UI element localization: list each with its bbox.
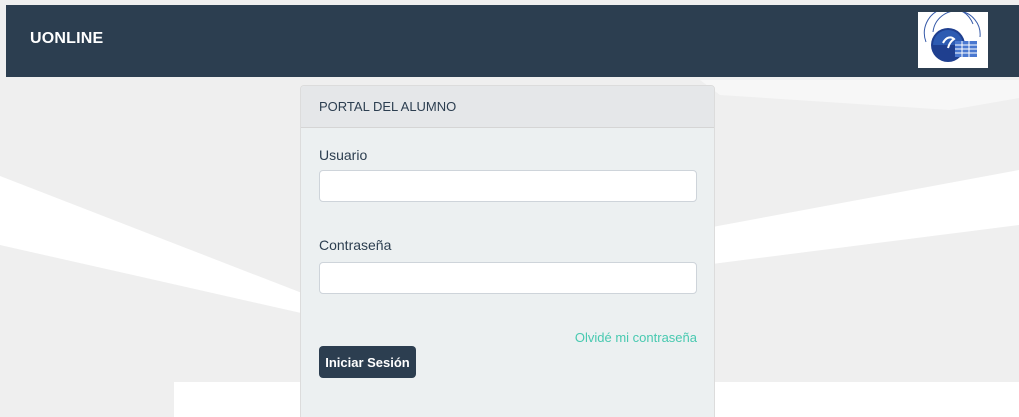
university-logo[interactable] bbox=[918, 12, 988, 68]
login-page: UONLINE PORTAL DEL ALUMNO Usuario Contra… bbox=[0, 0, 1019, 417]
password-input[interactable] bbox=[319, 262, 697, 294]
top-navbar: UONLINE bbox=[6, 5, 1019, 77]
forgot-password-link[interactable]: Olvidé mi contraseña bbox=[575, 330, 697, 345]
username-input[interactable] bbox=[319, 170, 697, 202]
password-label: Contraseña bbox=[319, 237, 392, 253]
isae-logo-icon bbox=[918, 12, 988, 68]
login-button[interactable]: Iniciar Sesión bbox=[319, 346, 416, 378]
login-panel-title: PORTAL DEL ALUMNO bbox=[301, 86, 714, 128]
login-panel: PORTAL DEL ALUMNO Usuario Contraseña Olv… bbox=[300, 85, 715, 417]
app-brand[interactable]: UONLINE bbox=[30, 30, 103, 48]
username-label: Usuario bbox=[319, 147, 368, 163]
